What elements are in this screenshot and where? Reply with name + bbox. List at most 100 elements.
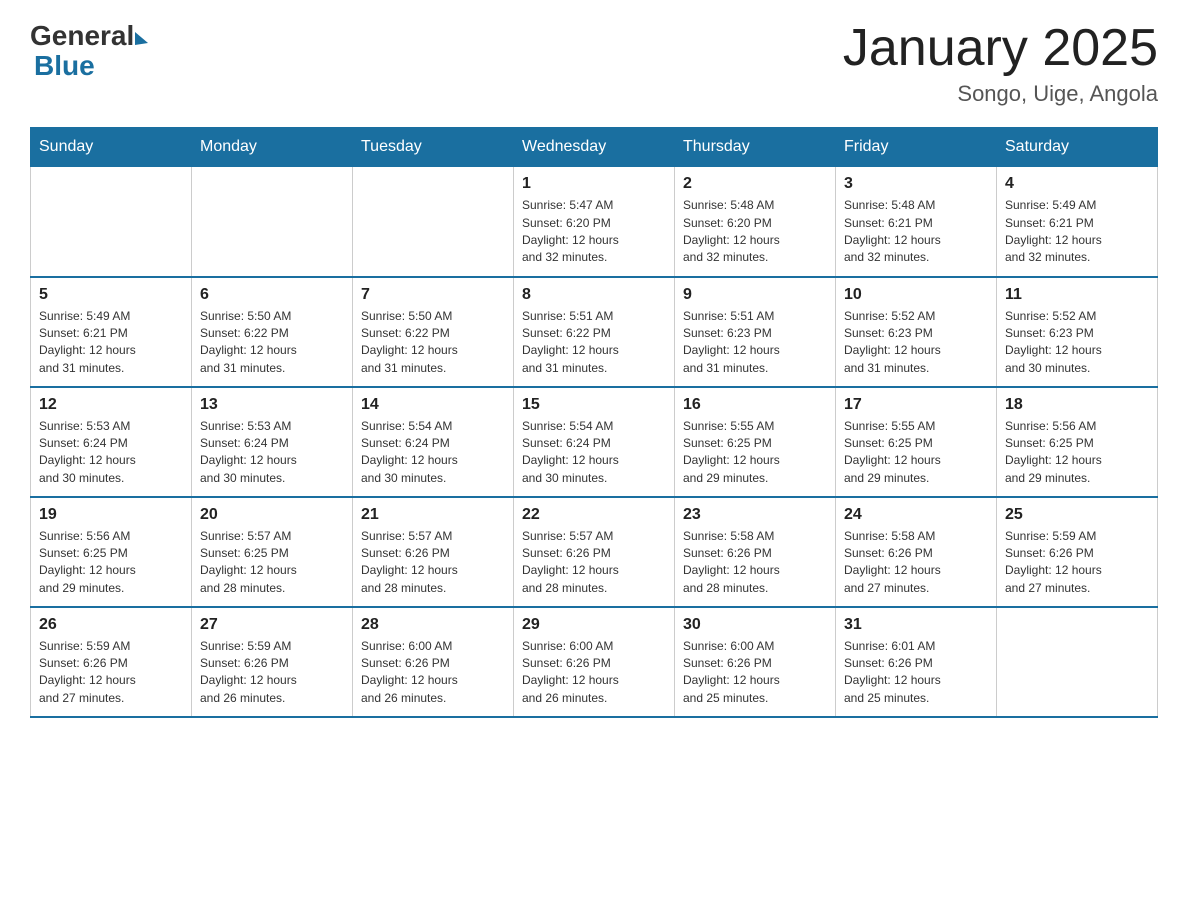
calendar-cell — [192, 167, 353, 277]
day-number: 8 — [522, 286, 666, 304]
day-info: Sunrise: 5:55 AM Sunset: 6:25 PM Dayligh… — [683, 418, 827, 488]
day-info: Sunrise: 5:51 AM Sunset: 6:23 PM Dayligh… — [683, 308, 827, 378]
day-number: 6 — [200, 286, 344, 304]
day-number: 26 — [39, 616, 183, 634]
calendar-cell: 18 Sunrise: 5:56 AM Sunset: 6:25 PM Dayli… — [997, 387, 1158, 497]
calendar-cell: 3 Sunrise: 5:48 AM Sunset: 6:21 PM Daylig… — [836, 167, 997, 277]
day-info: Sunrise: 5:51 AM Sunset: 6:22 PM Dayligh… — [522, 308, 666, 378]
calendar-cell: 9 Sunrise: 5:51 AM Sunset: 6:23 PM Daylig… — [675, 277, 836, 387]
day-number: 31 — [844, 616, 988, 634]
day-number: 1 — [522, 175, 666, 193]
day-number: 11 — [1005, 286, 1149, 304]
calendar-cell — [353, 167, 514, 277]
day-number: 28 — [361, 616, 505, 634]
logo-blue-text: Blue — [34, 50, 95, 81]
calendar-cell: 16 Sunrise: 5:55 AM Sunset: 6:25 PM Dayli… — [675, 387, 836, 497]
calendar-cell: 22 Sunrise: 5:57 AM Sunset: 6:26 PM Dayli… — [514, 497, 675, 607]
day-number: 24 — [844, 506, 988, 524]
col-header-thursday: Thursday — [675, 128, 836, 167]
day-info: Sunrise: 5:59 AM Sunset: 6:26 PM Dayligh… — [39, 638, 183, 708]
day-number: 29 — [522, 616, 666, 634]
logo-triangle-icon — [135, 32, 148, 45]
calendar-cell: 5 Sunrise: 5:49 AM Sunset: 6:21 PM Daylig… — [31, 277, 192, 387]
col-header-wednesday: Wednesday — [514, 128, 675, 167]
day-number: 12 — [39, 396, 183, 414]
day-info: Sunrise: 6:00 AM Sunset: 6:26 PM Dayligh… — [683, 638, 827, 708]
week-row-2: 5 Sunrise: 5:49 AM Sunset: 6:21 PM Daylig… — [31, 277, 1158, 387]
day-info: Sunrise: 5:49 AM Sunset: 6:21 PM Dayligh… — [39, 308, 183, 378]
week-row-3: 12 Sunrise: 5:53 AM Sunset: 6:24 PM Dayli… — [31, 387, 1158, 497]
calendar-cell — [997, 607, 1158, 717]
calendar-cell: 26 Sunrise: 5:59 AM Sunset: 6:26 PM Dayli… — [31, 607, 192, 717]
calendar-cell: 1 Sunrise: 5:47 AM Sunset: 6:20 PM Daylig… — [514, 167, 675, 277]
day-info: Sunrise: 5:56 AM Sunset: 6:25 PM Dayligh… — [1005, 418, 1149, 488]
logo-general-text: General — [30, 20, 134, 52]
day-info: Sunrise: 5:58 AM Sunset: 6:26 PM Dayligh… — [683, 528, 827, 598]
calendar-cell: 4Sunrise: 5:49 AM Sunset: 6:21 PM Daylig… — [997, 167, 1158, 277]
calendar-cell: 21Sunrise: 5:57 AM Sunset: 6:26 PM Dayli… — [353, 497, 514, 607]
day-info: Sunrise: 5:53 AM Sunset: 6:24 PM Dayligh… — [39, 418, 183, 488]
title-section: January 2025 Songo, Uige, Angola — [843, 20, 1158, 107]
day-number: 18 — [1005, 396, 1149, 414]
day-info: Sunrise: 5:50 AM Sunset: 6:22 PM Dayligh… — [361, 308, 505, 378]
calendar-cell: 7Sunrise: 5:50 AM Sunset: 6:22 PM Daylig… — [353, 277, 514, 387]
col-header-tuesday: Tuesday — [353, 128, 514, 167]
day-info: Sunrise: 5:57 AM Sunset: 6:26 PM Dayligh… — [522, 528, 666, 598]
day-number: 27 — [200, 616, 344, 634]
day-number: 2 — [683, 175, 827, 193]
day-info: Sunrise: 5:57 AM Sunset: 6:26 PM Dayligh… — [361, 528, 505, 598]
calendar-cell: 13 Sunrise: 5:53 AM Sunset: 6:24 PM Dayli… — [192, 387, 353, 497]
calendar-cell: 15 Sunrise: 5:54 AM Sunset: 6:24 PM Dayli… — [514, 387, 675, 497]
calendar-cell: 8 Sunrise: 5:51 AM Sunset: 6:22 PM Daylig… — [514, 277, 675, 387]
day-info: Sunrise: 5:48 AM Sunset: 6:20 PM Dayligh… — [683, 197, 827, 267]
calendar-cell: 25Sunrise: 5:59 AM Sunset: 6:26 PM Dayli… — [997, 497, 1158, 607]
day-info: Sunrise: 5:50 AM Sunset: 6:22 PM Dayligh… — [200, 308, 344, 378]
calendar-cell: 27Sunrise: 5:59 AM Sunset: 6:26 PM Dayli… — [192, 607, 353, 717]
day-info: Sunrise: 5:48 AM Sunset: 6:21 PM Dayligh… — [844, 197, 988, 267]
calendar-cell: 20Sunrise: 5:57 AM Sunset: 6:25 PM Dayli… — [192, 497, 353, 607]
day-number: 10 — [844, 286, 988, 304]
day-number: 23 — [683, 506, 827, 524]
calendar-cell: 14Sunrise: 5:54 AM Sunset: 6:24 PM Dayli… — [353, 387, 514, 497]
day-number: 30 — [683, 616, 827, 634]
col-header-sunday: Sunday — [31, 128, 192, 167]
day-number: 16 — [683, 396, 827, 414]
calendar-cell: 24 Sunrise: 5:58 AM Sunset: 6:26 PM Dayli… — [836, 497, 997, 607]
day-number: 3 — [844, 175, 988, 193]
calendar-cell: 23 Sunrise: 5:58 AM Sunset: 6:26 PM Dayli… — [675, 497, 836, 607]
day-info: Sunrise: 5:52 AM Sunset: 6:23 PM Dayligh… — [844, 308, 988, 378]
calendar-cell: 10 Sunrise: 5:52 AM Sunset: 6:23 PM Dayli… — [836, 277, 997, 387]
calendar-cell: 12 Sunrise: 5:53 AM Sunset: 6:24 PM Dayli… — [31, 387, 192, 497]
week-row-5: 26 Sunrise: 5:59 AM Sunset: 6:26 PM Dayli… — [31, 607, 1158, 717]
calendar-cell: 6 Sunrise: 5:50 AM Sunset: 6:22 PM Daylig… — [192, 277, 353, 387]
col-header-friday: Friday — [836, 128, 997, 167]
day-number: 5 — [39, 286, 183, 304]
day-info: Sunrise: 5:55 AM Sunset: 6:25 PM Dayligh… — [844, 418, 988, 488]
day-number: 22 — [522, 506, 666, 524]
week-row-1: 1 Sunrise: 5:47 AM Sunset: 6:20 PM Daylig… — [31, 167, 1158, 277]
col-header-monday: Monday — [192, 128, 353, 167]
day-info: Sunrise: 6:01 AM Sunset: 6:26 PM Dayligh… — [844, 638, 988, 708]
day-info: Sunrise: 6:00 AM Sunset: 6:26 PM Dayligh… — [361, 638, 505, 708]
day-info: Sunrise: 5:53 AM Sunset: 6:24 PM Dayligh… — [200, 418, 344, 488]
day-info: Sunrise: 5:59 AM Sunset: 6:26 PM Dayligh… — [1005, 528, 1149, 598]
calendar-title: January 2025 — [843, 20, 1158, 77]
day-info: Sunrise: 5:58 AM Sunset: 6:26 PM Dayligh… — [844, 528, 988, 598]
day-info: Sunrise: 5:54 AM Sunset: 6:24 PM Dayligh… — [522, 418, 666, 488]
logo: General Blue — [30, 20, 148, 82]
day-number: 4 — [1005, 175, 1149, 193]
day-info: Sunrise: 5:56 AM Sunset: 6:25 PM Dayligh… — [39, 528, 183, 598]
calendar-cell: 19Sunrise: 5:56 AM Sunset: 6:25 PM Dayli… — [31, 497, 192, 607]
day-number: 20 — [200, 506, 344, 524]
day-info: Sunrise: 5:54 AM Sunset: 6:24 PM Dayligh… — [361, 418, 505, 488]
calendar-cell — [31, 167, 192, 277]
calendar-subtitle: Songo, Uige, Angola — [843, 81, 1158, 107]
calendar-cell: 11Sunrise: 5:52 AM Sunset: 6:23 PM Dayli… — [997, 277, 1158, 387]
calendar-cell: 30 Sunrise: 6:00 AM Sunset: 6:26 PM Dayli… — [675, 607, 836, 717]
day-info: Sunrise: 6:00 AM Sunset: 6:26 PM Dayligh… — [522, 638, 666, 708]
day-info: Sunrise: 5:47 AM Sunset: 6:20 PM Dayligh… — [522, 197, 666, 267]
day-number: 9 — [683, 286, 827, 304]
page-header: General Blue January 2025 Songo, Uige, A… — [30, 20, 1158, 107]
day-number: 13 — [200, 396, 344, 414]
day-number: 15 — [522, 396, 666, 414]
